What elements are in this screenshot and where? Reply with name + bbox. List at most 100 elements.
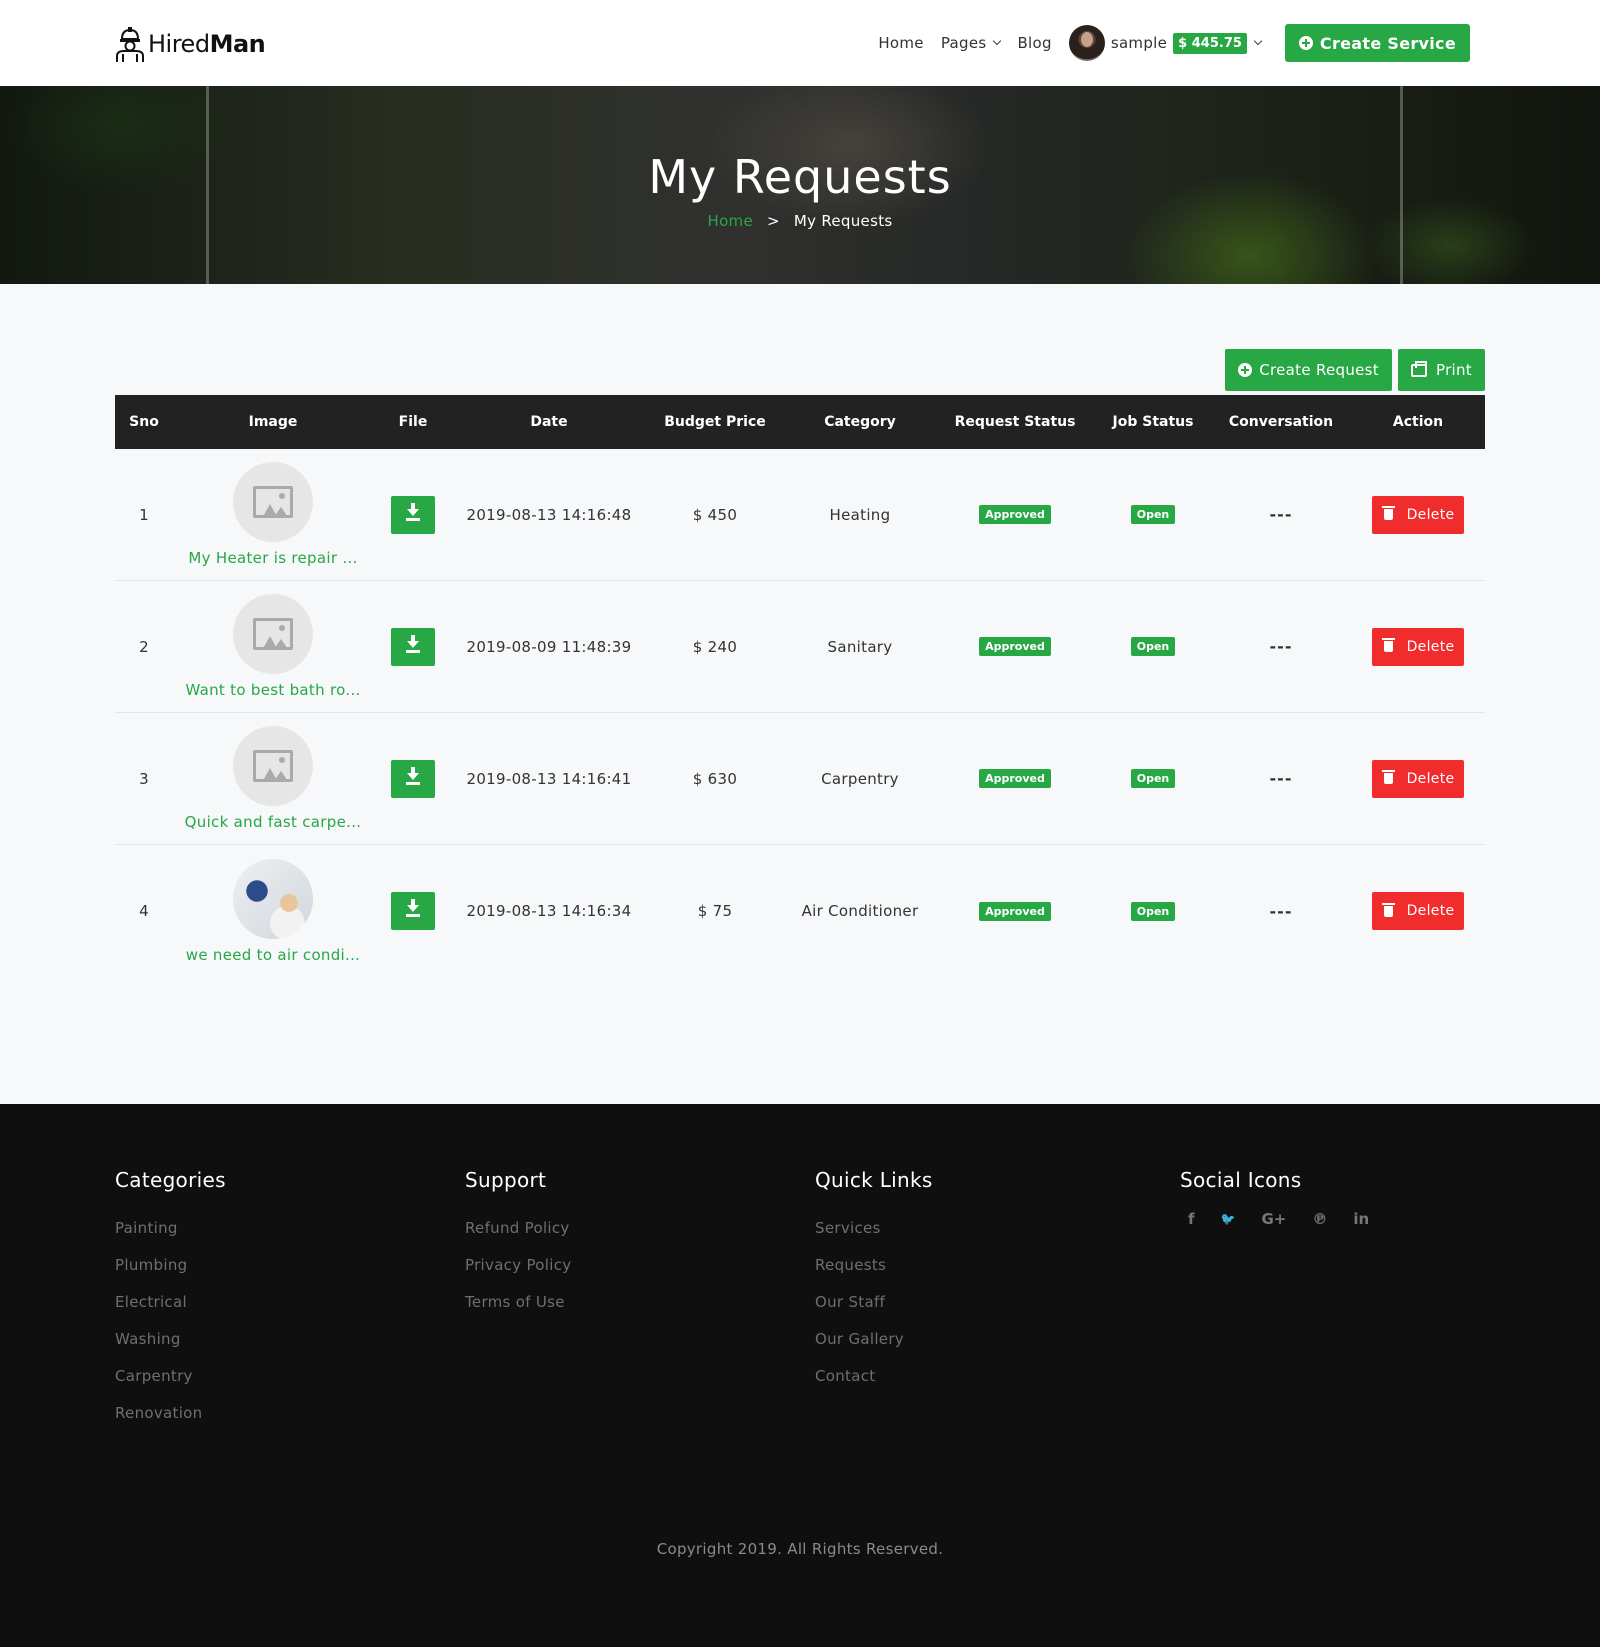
twitter-icon[interactable]: 🐦 <box>1221 1212 1236 1226</box>
nav-pages-dropdown[interactable]: Pages <box>941 34 1002 52</box>
request-thumbnail[interactable] <box>233 726 313 806</box>
footer-link-terms-of-use[interactable]: Terms of Use <box>465 1284 571 1321</box>
request-photo[interactable] <box>233 858 313 939</box>
user-menu[interactable]: sample $ 445.75 <box>1068 25 1263 61</box>
row-file-cell <box>373 892 453 930</box>
column-header-file: File <box>398 414 428 430</box>
column-header-job-status: Job Status <box>1112 414 1194 430</box>
footer-link-privacy-policy[interactable]: Privacy Policy <box>465 1247 571 1284</box>
pinterest-icon[interactable]: ℗ <box>1312 1210 1327 1228</box>
row-image-cell: My Heater is repair ... <box>173 462 373 567</box>
create-service-button[interactable]: Create Service <box>1284 24 1470 62</box>
download-file-button[interactable] <box>391 495 435 534</box>
column-header-image: Image <box>248 414 298 430</box>
row-category: Sanitary <box>827 637 893 656</box>
main-nav: Home Pages Blog sample $ 445.75 Create S… <box>861 24 1470 62</box>
request-title-link[interactable]: Want to best bath ro... <box>185 681 360 699</box>
row-action: Delete <box>1351 495 1485 534</box>
footer-link-electrical[interactable]: Electrical <box>115 1284 226 1321</box>
delete-label: Delete <box>1406 506 1455 523</box>
footer-link-our-staff[interactable]: Our Staff <box>815 1284 933 1321</box>
user-name: sample <box>1110 34 1168 52</box>
trash-icon <box>1381 902 1395 917</box>
row-budget: $ 630 <box>692 769 738 788</box>
delete-button[interactable]: Delete <box>1371 627 1465 666</box>
footer-link-requests[interactable]: Requests <box>815 1247 933 1284</box>
delete-label: Delete <box>1406 770 1455 787</box>
status-badge: Approved <box>979 505 1051 524</box>
download-icon <box>407 766 419 780</box>
footer-link-painting[interactable]: Painting <box>115 1210 226 1247</box>
create-service-label: Create Service <box>1319 33 1456 53</box>
row-category: Air Conditioner <box>801 902 919 920</box>
download-file-button[interactable] <box>391 759 435 798</box>
column-header-sno: Sno <box>129 414 159 430</box>
column-header-date: Date <box>530 414 568 430</box>
column-header-request-status: Request Status <box>954 414 1076 430</box>
copyright-text: Copyright 2019. All Rights Reserved. <box>656 1540 944 1558</box>
row-action: Delete <box>1351 759 1485 798</box>
row-conversation: --- <box>1269 769 1293 788</box>
row-job-status: Open <box>1095 901 1211 921</box>
breadcrumb-home-link[interactable]: Home <box>707 212 753 230</box>
image-placeholder-icon <box>253 486 293 518</box>
download-file-button[interactable] <box>391 627 435 666</box>
printer-icon <box>1410 360 1427 377</box>
nav-blog[interactable]: Blog <box>1017 34 1051 52</box>
delete-button[interactable]: Delete <box>1371 759 1465 798</box>
row-image-cell: Want to best bath ro... <box>173 594 373 699</box>
footer-link-our-gallery[interactable]: Our Gallery <box>815 1321 933 1358</box>
row-date: 2019-08-13 14:16:48 <box>466 505 632 524</box>
print-label: Print <box>1435 361 1472 379</box>
table-header: Sno Image File Date Budget Price Categor… <box>115 395 1485 449</box>
footer-link-plumbing[interactable]: Plumbing <box>115 1247 226 1284</box>
request-title-link[interactable]: Quick and fast carpe... <box>185 813 362 831</box>
delete-button[interactable]: Delete <box>1371 892 1465 930</box>
table-row: 2 Want to best bath ro... 2019-08-09 11:… <box>115 581 1485 713</box>
row-image-cell: we need to air condi... <box>173 858 373 964</box>
footer-categories: Categories Painting Plumbing Electrical … <box>115 1168 226 1432</box>
download-icon <box>407 502 419 516</box>
row-sno: 1 <box>139 505 149 524</box>
plus-circle-icon <box>1238 363 1253 377</box>
footer-heading: Categories <box>115 1168 226 1192</box>
download-icon <box>407 899 419 912</box>
request-thumbnail[interactable] <box>233 462 313 542</box>
footer-quick-links: Quick Links Services Requests Our Staff … <box>815 1168 933 1395</box>
row-date: 2019-08-09 11:48:39 <box>466 637 632 656</box>
footer-link-renovation[interactable]: Renovation <box>115 1395 226 1432</box>
footer-link-contact[interactable]: Contact <box>815 1358 933 1395</box>
trash-icon <box>1381 638 1395 652</box>
footer-link-refund-policy[interactable]: Refund Policy <box>465 1210 571 1247</box>
breadcrumb-current: My Requests <box>793 212 893 230</box>
google-plus-icon[interactable]: G+ <box>1261 1210 1286 1228</box>
footer-link-services[interactable]: Services <box>815 1210 933 1247</box>
delete-button[interactable]: Delete <box>1371 495 1465 534</box>
row-conversation: --- <box>1269 637 1293 656</box>
linkedin-icon[interactable]: in <box>1353 1210 1369 1228</box>
status-badge: Approved <box>979 901 1051 921</box>
row-sno: 4 <box>139 902 149 920</box>
footer-social: Social Icons f 🐦 G+ ℗ in <box>1180 1168 1387 1228</box>
request-title-link[interactable]: we need to air condi... <box>186 946 360 964</box>
create-request-label: Create Request <box>1259 361 1379 379</box>
delete-label: Delete <box>1406 638 1455 655</box>
print-button[interactable]: Print <box>1397 349 1485 391</box>
request-thumbnail[interactable] <box>233 594 313 674</box>
row-category: Heating <box>829 505 891 524</box>
image-placeholder-icon <box>253 618 293 650</box>
create-request-button[interactable]: Create Request <box>1225 349 1392 391</box>
logo[interactable]: HiredMan <box>115 26 266 62</box>
footer-link-carpentry[interactable]: Carpentry <box>115 1358 226 1395</box>
request-title-link[interactable]: My Heater is repair ... <box>188 549 357 567</box>
row-request-status: Approved <box>935 505 1095 524</box>
status-badge: Open <box>1130 769 1176 788</box>
download-file-button[interactable] <box>391 892 435 930</box>
column-header-budget: Budget Price <box>664 414 766 430</box>
trash-icon <box>1381 506 1395 520</box>
nav-home[interactable]: Home <box>878 34 924 52</box>
facebook-icon[interactable]: f <box>1188 1210 1195 1228</box>
footer-link-washing[interactable]: Washing <box>115 1321 226 1358</box>
breadcrumb: Home > My Requests <box>0 212 1600 230</box>
table-row: 4 we need to air condi... 2019-08-13 14:… <box>115 845 1485 977</box>
